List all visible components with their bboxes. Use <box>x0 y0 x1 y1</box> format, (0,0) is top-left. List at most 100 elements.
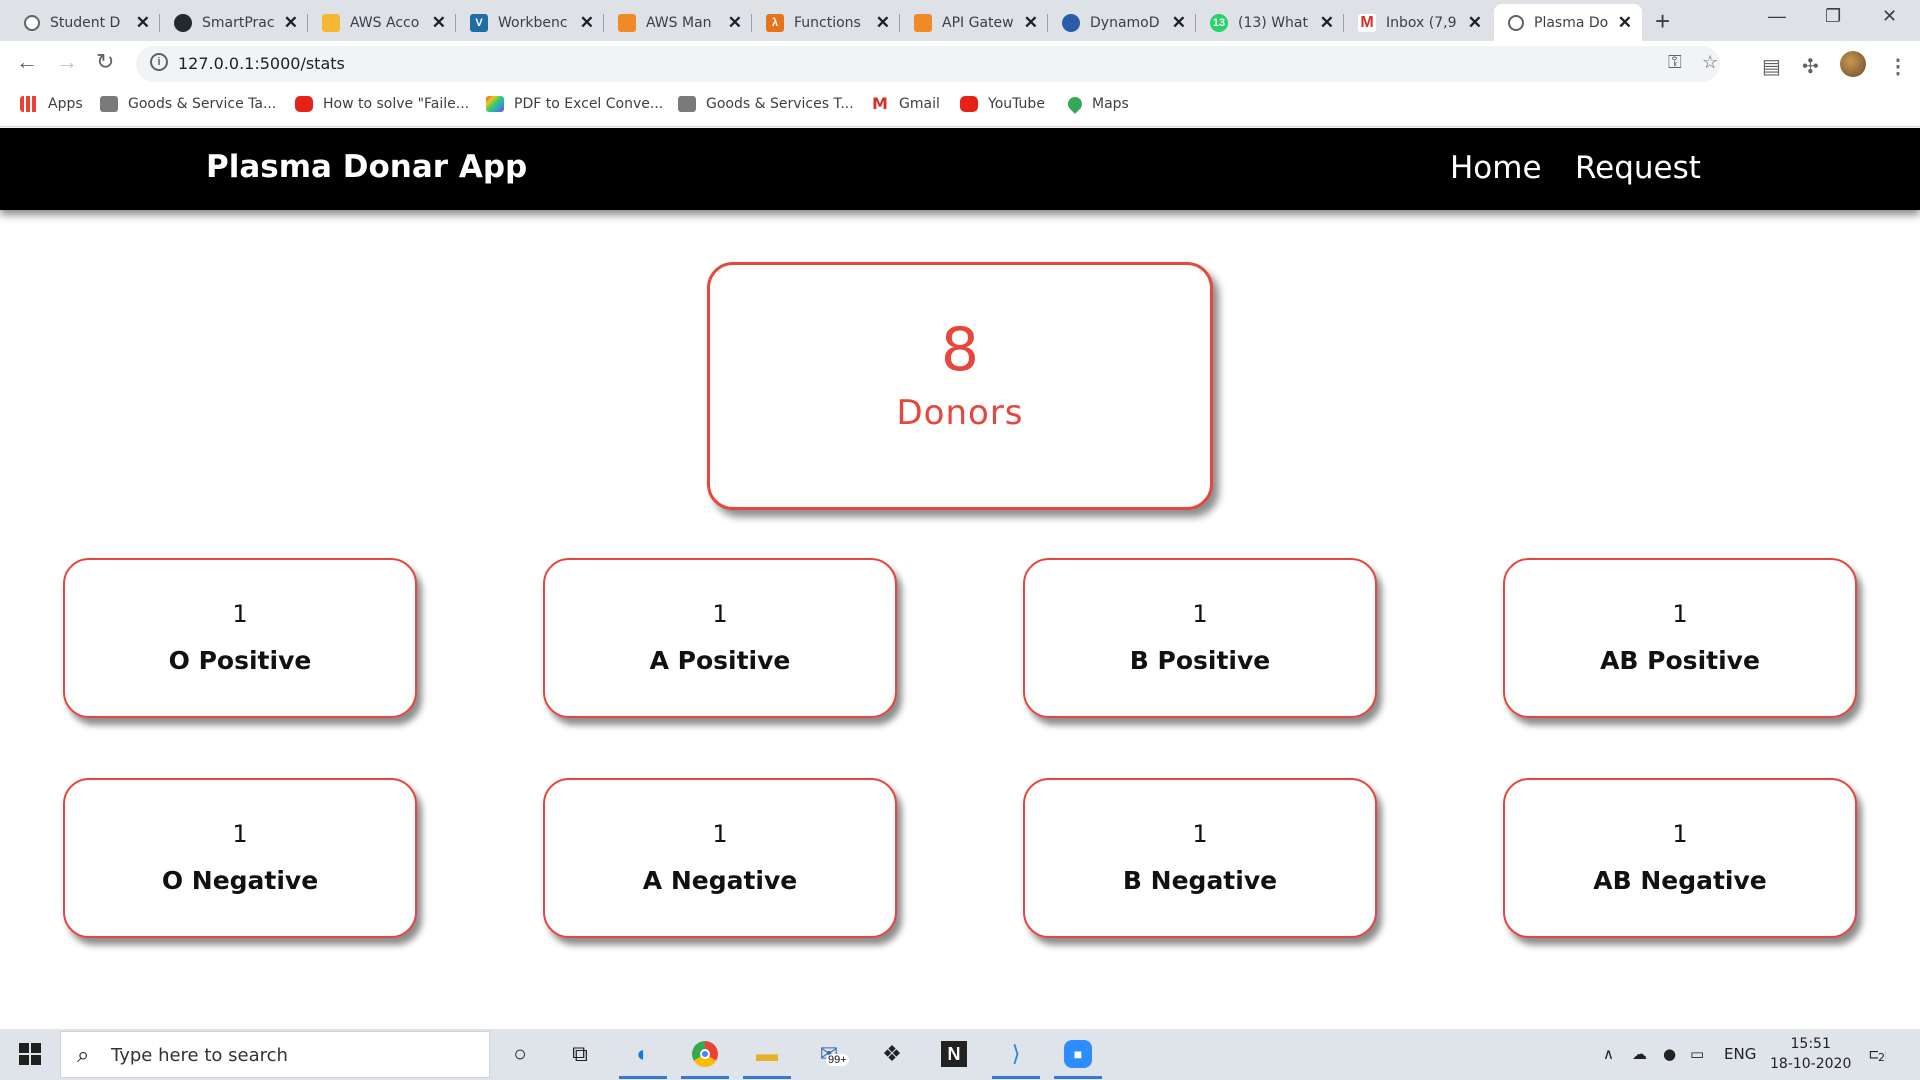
bookmark-apps[interactable]: Apps <box>20 96 83 112</box>
minimize-icon[interactable]: — <box>1768 6 1786 27</box>
blood-group-count: 1 <box>712 820 728 848</box>
app-brand[interactable]: Plasma Donar App <box>206 149 527 185</box>
bookmark-label: Maps <box>1092 96 1129 112</box>
cortana-icon[interactable]: ○ <box>503 1038 537 1070</box>
blood-group-count: 1 <box>1192 600 1208 628</box>
close-icon[interactable]: ✕ <box>580 13 594 33</box>
pdf-converter-icon <box>486 96 504 112</box>
close-icon[interactable]: ✕ <box>1172 13 1186 33</box>
close-icon[interactable]: ✕ <box>136 13 150 33</box>
clock-time: 15:51 <box>1790 1036 1831 1052</box>
github-icon <box>174 13 192 32</box>
extensions-puzzle-icon[interactable]: ✣ <box>1802 54 1819 79</box>
tab-workbench[interactable]: V Workbenc ✕ <box>456 4 604 41</box>
close-icon[interactable]: ✕ <box>1468 13 1482 33</box>
tray-chevron-up-icon[interactable]: ∧ <box>1603 1045 1614 1063</box>
bookmark-star-icon[interactable]: ☆ <box>1702 52 1718 73</box>
blood-group-card-ab-negative: 1 AB Negative <box>1503 778 1857 938</box>
reader-extension-icon[interactable]: ▤ <box>1762 54 1781 79</box>
system-clock[interactable]: 15:51 18-10-2020 <box>1770 1034 1851 1074</box>
bookmark-gst-2[interactable]: Goods & Services T... <box>678 96 854 112</box>
youtube-icon <box>960 96 978 112</box>
mail-icon[interactable]: ✉99+ <box>812 1038 849 1070</box>
dynamodb-icon <box>1062 13 1080 32</box>
bookmark-pdf-to-excel[interactable]: PDF to Excel Conve... <box>486 96 663 112</box>
close-icon[interactable]: ✕ <box>432 13 446 33</box>
language-indicator[interactable]: ENG <box>1724 1045 1756 1063</box>
forward-icon[interactable]: → <box>56 49 78 75</box>
onedrive-cloud-icon[interactable]: ☁ <box>1632 1045 1647 1063</box>
app-navbar: Plasma Donar App Home Request <box>0 128 1920 210</box>
chrome-icon[interactable] <box>681 1038 729 1079</box>
task-view-icon[interactable]: ⧉ <box>563 1038 597 1070</box>
tab-plasma-active[interactable]: Plasma Do ✕ <box>1494 4 1642 41</box>
emblem-icon <box>100 96 118 112</box>
close-icon[interactable]: ✕ <box>1618 13 1632 33</box>
blood-group-count: 1 <box>1672 820 1688 848</box>
tab-title: AWS Man <box>646 14 712 31</box>
menu-kebab-icon[interactable]: ⋮ <box>1888 54 1908 79</box>
bookmark-how-to-solve[interactable]: How to solve "Faile... <box>295 96 469 112</box>
address-url[interactable]: 127.0.0.1:5000/stats <box>178 54 345 73</box>
v-icon: V <box>470 13 488 32</box>
search-icon: ⌕ <box>77 1042 90 1067</box>
nav-home-link[interactable]: Home <box>1450 150 1542 186</box>
bookmark-gmail[interactable]: M Gmail <box>871 96 940 113</box>
close-icon[interactable]: ✕ <box>876 13 890 33</box>
maximize-icon[interactable]: ❐ <box>1825 6 1841 27</box>
blood-group-label: A Negative <box>642 866 798 895</box>
window-close-icon[interactable]: ✕ <box>1882 6 1897 27</box>
tab-smartprac[interactable]: SmartPrac ✕ <box>160 4 308 41</box>
close-icon[interactable]: ✕ <box>284 13 298 33</box>
windows-start-icon[interactable] <box>19 1043 41 1065</box>
blood-group-label: O Positive <box>168 646 312 675</box>
tab-functions[interactable]: λ Functions ✕ <box>752 4 900 41</box>
tab-title: (13) What <box>1238 14 1308 31</box>
bookmark-label: Apps <box>48 96 83 112</box>
bookmark-label: Goods & Service Ta... <box>128 96 277 112</box>
address-bar[interactable]: i 127.0.0.1:5000/stats ⚿ ☆ <box>136 46 1720 82</box>
bookmark-gst-1[interactable]: Goods & Service Ta... <box>100 96 276 112</box>
taskbar-search-placeholder: Type here to search <box>111 1045 288 1066</box>
tab-aws-management[interactable]: AWS Man ✕ <box>604 4 752 41</box>
profile-avatar[interactable] <box>1840 51 1866 77</box>
bookmark-maps[interactable]: Maps <box>1065 94 1129 114</box>
key-icon[interactable]: ⚿ <box>1668 52 1682 73</box>
microphone-icon[interactable]: ● <box>1663 1045 1676 1063</box>
taskbar-search-box[interactable]: ⌕ Type here to search <box>60 1031 490 1078</box>
battery-icon[interactable]: ▭ <box>1690 1045 1704 1063</box>
tab-student[interactable]: Student D ✕ <box>10 4 160 41</box>
blood-group-count: 1 <box>232 820 248 848</box>
close-icon[interactable]: ✕ <box>728 13 742 33</box>
back-icon[interactable]: ← <box>16 49 38 75</box>
tab-api-gateway[interactable]: API Gatew ✕ <box>900 4 1048 41</box>
blood-group-card-a-negative: 1 A Negative <box>543 778 897 938</box>
notification-center-icon[interactable]: ▭2 <box>1868 1041 1887 1065</box>
apps-grid-icon <box>20 96 38 112</box>
tab-aws-account[interactable]: AWS Acco ✕ <box>308 4 456 41</box>
vscode-icon[interactable]: ⟩ <box>992 1038 1040 1079</box>
close-icon[interactable]: ✕ <box>1320 13 1334 33</box>
tab-whatsapp[interactable]: 13 (13) What ✕ <box>1196 4 1344 41</box>
aws-cube-icon <box>618 13 636 32</box>
blood-group-card-ab-positive: 1 AB Positive <box>1503 558 1857 718</box>
tab-strip: Student D ✕ SmartPrac ✕ AWS Acco ✕ V Wor… <box>0 0 1920 41</box>
site-info-icon[interactable]: i <box>150 53 168 71</box>
tab-inbox[interactable]: M Inbox (7,9 ✕ <box>1344 4 1492 41</box>
clock-date: 18-10-2020 <box>1770 1056 1852 1072</box>
edge-icon[interactable]: ◐ <box>619 1038 667 1079</box>
new-tab-icon[interactable]: + <box>1655 6 1670 37</box>
emblem-icon <box>678 96 696 112</box>
globe-icon <box>1508 14 1524 31</box>
bookmark-youtube[interactable]: YouTube <box>960 96 1045 112</box>
dropbox-icon[interactable]: ❖ <box>875 1038 909 1070</box>
windows-taskbar: ⌕ Type here to search ○ ⧉ ◐ ▬ ✉99+ ❖ N ⟩… <box>0 1029 1920 1080</box>
aws-icon <box>322 13 340 32</box>
close-icon[interactable]: ✕ <box>1024 13 1038 33</box>
reload-icon[interactable]: ↻ <box>96 49 114 75</box>
nav-request-link[interactable]: Request <box>1575 150 1701 186</box>
notion-icon[interactable]: N <box>937 1038 971 1070</box>
tab-dynamodb[interactable]: DynamoD ✕ <box>1048 4 1196 41</box>
zoom-icon[interactable]: ■ <box>1054 1038 1102 1079</box>
file-explorer-icon[interactable]: ▬ <box>743 1038 791 1079</box>
